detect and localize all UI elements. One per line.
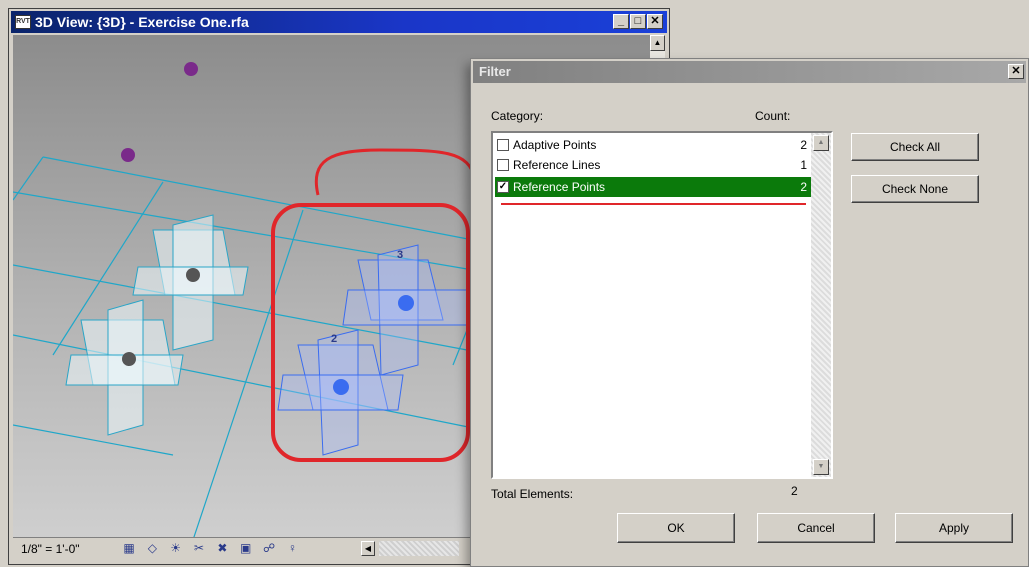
- shadows-icon[interactable]: ✂: [191, 541, 207, 555]
- temporary-hide-icon[interactable]: ☍: [261, 541, 277, 555]
- sun-path-icon[interactable]: ☀: [168, 541, 184, 555]
- scroll-up-icon[interactable]: ▲: [650, 35, 665, 51]
- checkbox[interactable]: [497, 139, 509, 151]
- revit-app-icon: RVT: [15, 15, 31, 29]
- item-count: 1: [800, 158, 807, 172]
- check-none-button[interactable]: Check None: [851, 175, 979, 203]
- check-all-button[interactable]: Check All: [851, 133, 979, 161]
- filter-dialog: Filter ✕ Category: Count: Adaptive Point…: [470, 58, 1029, 567]
- view-scale[interactable]: 1/8" = 1'-0": [21, 542, 80, 556]
- reveal-hidden-icon[interactable]: ♀: [284, 541, 300, 555]
- crop-view-icon[interactable]: ✖: [214, 541, 230, 555]
- total-elements-value: 2: [791, 484, 798, 498]
- item-name: Reference Points: [513, 180, 606, 194]
- category-header: Category:: [491, 109, 544, 123]
- reference-plane-group-left: [65, 214, 249, 436]
- list-item-reference-lines[interactable]: Reference Lines 1: [495, 155, 811, 175]
- view-titlebar[interactable]: RVT 3D View: {3D} - Exercise One.rfa _ □…: [11, 11, 667, 33]
- close-button[interactable]: ✕: [647, 14, 663, 29]
- reference-point-grey: [186, 268, 200, 282]
- dialog-close-icon[interactable]: ✕: [1008, 64, 1024, 79]
- show-crop-icon[interactable]: ▣: [238, 541, 254, 555]
- list-item-adaptive-points[interactable]: Adaptive Points 2: [495, 135, 811, 155]
- apply-button[interactable]: Apply: [895, 513, 1013, 543]
- detail-level-icon[interactable]: ▦: [121, 541, 137, 555]
- point-label: 2: [331, 333, 337, 345]
- item-name: Adaptive Points: [513, 138, 597, 152]
- checkbox-checked[interactable]: ✓: [497, 181, 509, 193]
- category-list[interactable]: Adaptive Points 2 Reference Lines 1 ✓ Re…: [491, 131, 833, 479]
- list-scrollbar[interactable]: ▲ ▼: [811, 133, 831, 477]
- total-elements-label: Total Elements:: [491, 487, 574, 501]
- count-header: Count:: [755, 109, 791, 123]
- item-name: Reference Lines: [513, 158, 601, 172]
- scroll-left-icon[interactable]: ◀: [361, 541, 375, 556]
- minimize-button[interactable]: _: [613, 14, 629, 29]
- scroll-up-icon[interactable]: ▲: [813, 135, 829, 151]
- scroll-down-icon[interactable]: ▼: [813, 459, 829, 475]
- maximize-button[interactable]: □: [630, 14, 646, 29]
- item-count: 2: [800, 138, 807, 152]
- view-control-icons: ▦ ◇ ☀ ✂ ✖ ▣ ☍ ♀: [121, 541, 304, 557]
- visual-style-icon[interactable]: ◇: [144, 541, 160, 555]
- adaptive-point: [121, 148, 135, 162]
- adaptive-point: [184, 62, 198, 76]
- horizontal-scrollbar[interactable]: [379, 541, 459, 556]
- cancel-button[interactable]: Cancel: [757, 513, 875, 543]
- reference-point-grey: [122, 352, 136, 366]
- checkbox[interactable]: [497, 159, 509, 171]
- filter-titlebar[interactable]: Filter ✕: [473, 61, 1026, 83]
- highlight-underline: [501, 203, 806, 205]
- filter-title: Filter: [479, 64, 511, 79]
- item-count: 2: [800, 180, 807, 194]
- reference-point-selected: [333, 379, 349, 395]
- reference-point-selected: [398, 295, 414, 311]
- view-title: 3D View: {3D} - Exercise One.rfa: [35, 14, 249, 30]
- reference-plane-group-selected: [277, 244, 474, 456]
- point-label: 3: [397, 249, 403, 261]
- ok-button[interactable]: OK: [617, 513, 735, 543]
- list-item-reference-points[interactable]: ✓ Reference Points 2: [495, 177, 811, 197]
